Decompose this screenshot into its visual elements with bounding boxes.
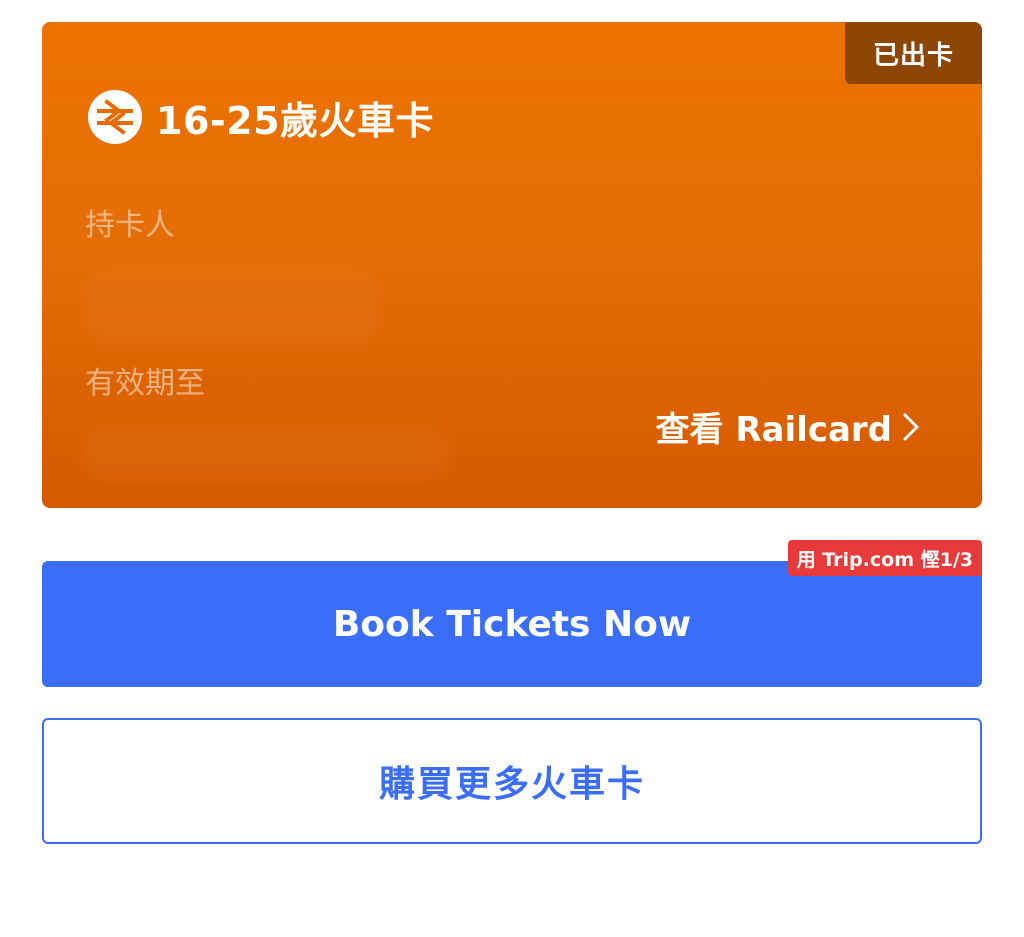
chevron-right-icon <box>903 413 919 440</box>
railcard-page: 已出卡 16-25歲火車卡 持卡人 有效期至 查看 Railcard Book … <box>0 0 1024 937</box>
buy-more-railcards-button[interactable]: 購買更多火車卡 <box>42 718 982 844</box>
railcard-card[interactable]: 已出卡 16-25歲火車卡 持卡人 有效期至 查看 Railcard <box>42 22 982 508</box>
valid-until-label: 有效期至 <box>85 366 205 401</box>
promo-badge: 用 Trip.com 慳1/3 <box>787 540 982 576</box>
status-badge: 已出卡 <box>845 22 982 84</box>
card-header: 16-25歲火車卡 <box>87 89 434 145</box>
cardholder-label: 持卡人 <box>85 208 175 243</box>
redacted-valid-until-date <box>82 422 452 482</box>
view-railcard-label: 查看 Railcard <box>655 410 892 450</box>
view-railcard-link[interactable]: 查看 Railcard <box>656 402 920 451</box>
national-rail-icon <box>88 90 142 144</box>
book-tickets-button[interactable]: Book Tickets Now <box>42 561 982 687</box>
railcard-title: 16-25歲火車卡 <box>156 98 435 143</box>
redacted-cardholder-name <box>82 262 382 347</box>
